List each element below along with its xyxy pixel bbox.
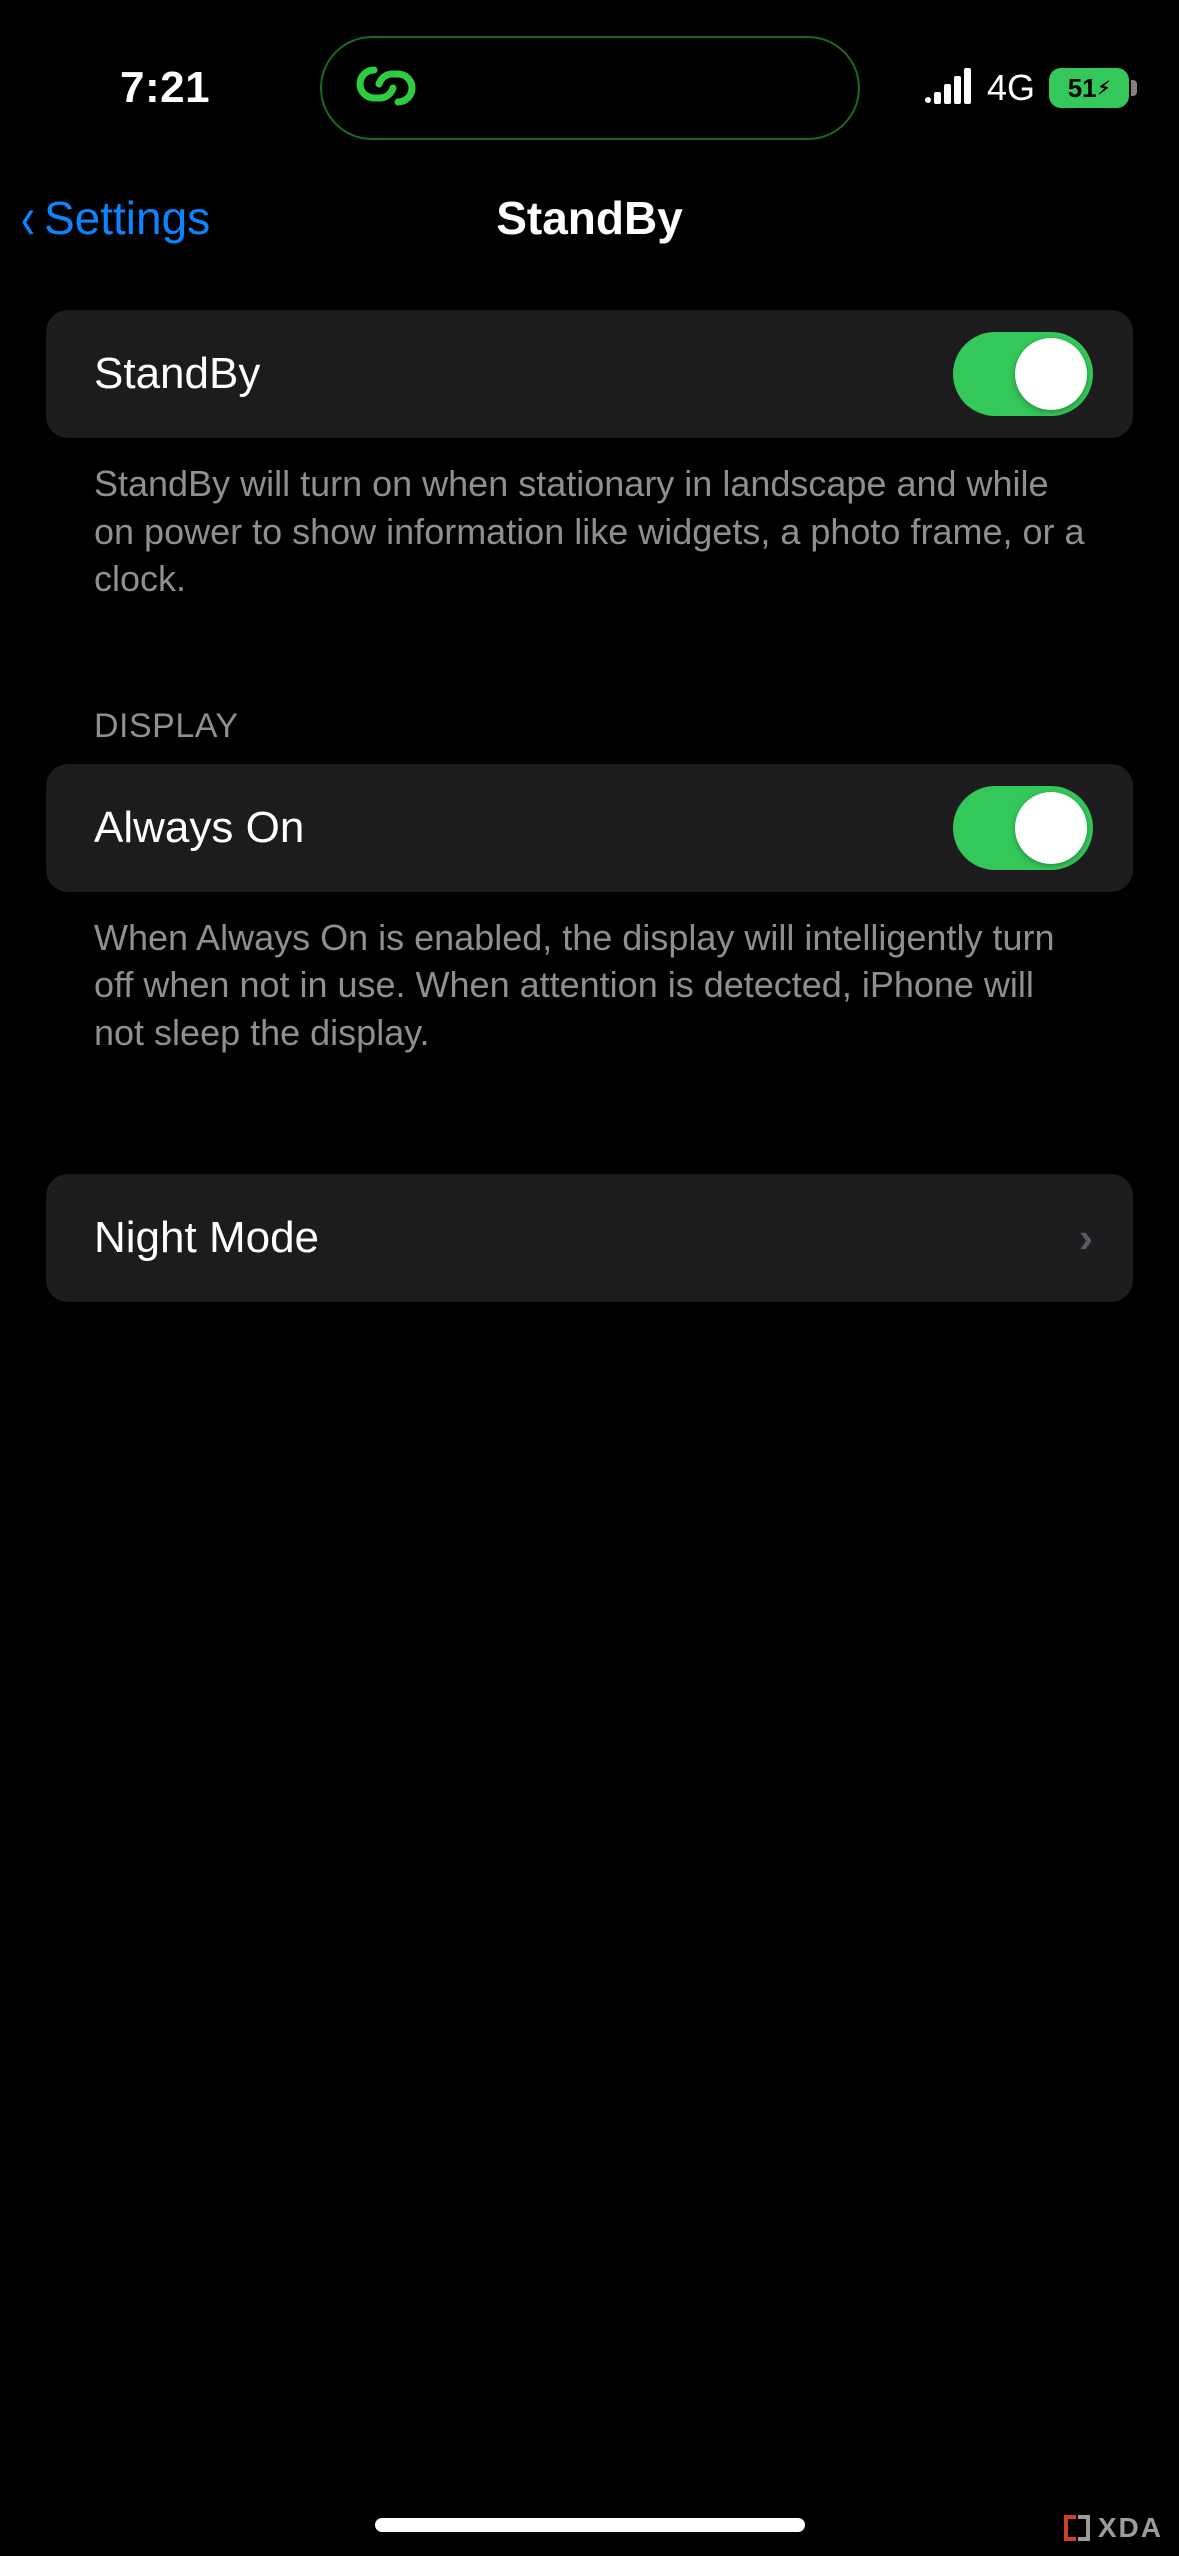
watermark: XDA [1062,2512,1163,2544]
standby-label: StandBy [94,349,260,399]
battery-percent: 51 [1068,73,1097,104]
watermark-text: XDA [1098,2512,1163,2544]
standby-switch[interactable] [953,332,1093,416]
always-on-switch[interactable] [953,786,1093,870]
status-bar: 7:21 4G 51⚡︎ [0,0,1179,140]
network-type-label: 4G [987,67,1035,109]
display-group: Always On When Always On is enabled, the… [46,764,1133,1057]
battery-indicator: 51⚡︎ [1049,68,1129,108]
status-time: 7:21 [50,63,300,113]
back-label: Settings [44,191,210,245]
display-section-header: DISPLAY [46,627,1133,764]
always-on-footer: When Always On is enabled, the display w… [46,892,1133,1057]
standby-cell[interactable]: StandBy [46,310,1133,438]
back-button[interactable]: ‹ Settings [18,188,210,248]
link-chain-icon [354,60,418,117]
standby-group: StandBy StandBy will turn on when statio… [46,310,1133,603]
xda-logo-icon [1062,2513,1092,2543]
chevron-right-icon: › [1079,1214,1093,1262]
night-mode-cell[interactable]: Night Mode › [46,1174,1133,1302]
night-mode-label: Night Mode [94,1213,319,1263]
status-right-cluster: 4G 51⚡︎ [925,67,1129,109]
chevron-left-icon: ‹ [21,188,35,248]
navigation-bar: ‹ Settings StandBy [0,158,1179,278]
home-indicator[interactable] [375,2518,805,2532]
charging-bolt-icon: ⚡︎ [1098,78,1111,99]
standby-footer: StandBy will turn on when stationary in … [46,438,1133,603]
dynamic-island[interactable] [320,36,860,140]
content-area: StandBy StandBy will turn on when statio… [0,278,1179,1302]
always-on-cell[interactable]: Always On [46,764,1133,892]
cellular-signal-icon [925,72,971,104]
always-on-label: Always On [94,803,304,853]
page-title: StandBy [496,191,683,245]
